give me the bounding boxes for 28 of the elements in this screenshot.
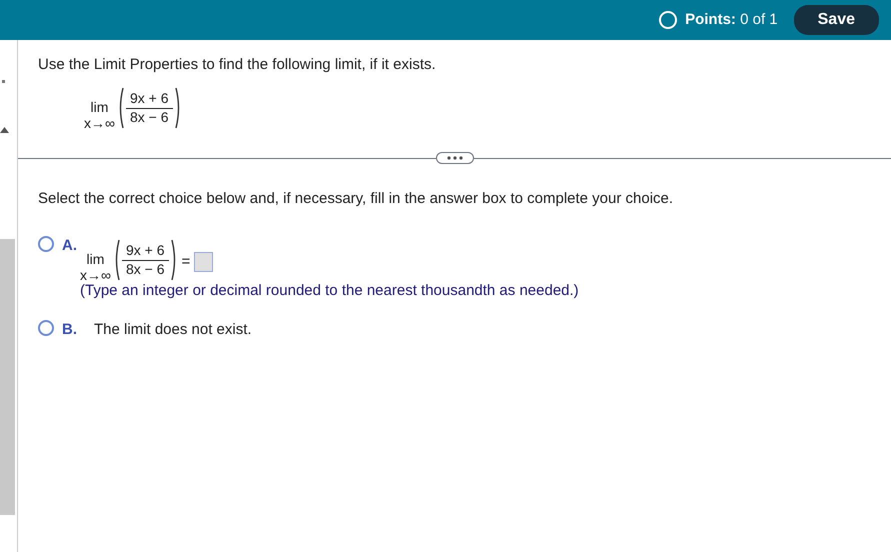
save-button[interactable]: Save — [794, 5, 879, 35]
choice-text: The limit does not exist. — [94, 320, 252, 338]
points-label: Points: — [685, 10, 736, 28]
denominator: 8x − 6 — [130, 109, 169, 127]
numerator: 9x + 6 — [126, 90, 173, 110]
scrollbar-thumb[interactable] — [0, 239, 14, 515]
points-value: 0 of 1 — [740, 10, 778, 28]
choice-letter: A. — [62, 236, 78, 256]
choice-letter: B. — [62, 320, 78, 340]
question-text: Use the Limit Properties to find the following limit, if it exists. — [38, 55, 437, 75]
right-paren-icon — [170, 239, 178, 282]
limit-subscript: x→∞ — [84, 115, 115, 132]
limit-operator: lim — [86, 250, 104, 268]
scroll-up-icon[interactable] — [0, 127, 9, 133]
limit-subscript: x→∞ — [80, 267, 111, 284]
status-circle-icon — [659, 11, 678, 29]
radio-button[interactable] — [38, 236, 54, 252]
answer-box[interactable] — [194, 252, 214, 272]
limit-operator: lim — [90, 98, 108, 116]
ellipsis-icon — [446, 156, 462, 160]
denominator: 8x − 6 — [126, 261, 165, 279]
hint-text: (Type an integer or decimal rounded to the nearest thousandth as needed.) — [80, 281, 579, 302]
more-button[interactable] — [436, 152, 474, 164]
radio-button[interactable] — [38, 320, 54, 336]
prompt-text: Select the correct choice below and, if necessary, fill in the answer box to complete your choice. — [38, 189, 674, 210]
right-paren-icon — [174, 87, 182, 130]
numerator: 9x + 6 — [122, 242, 169, 262]
equals-sign: = — [182, 252, 190, 272]
